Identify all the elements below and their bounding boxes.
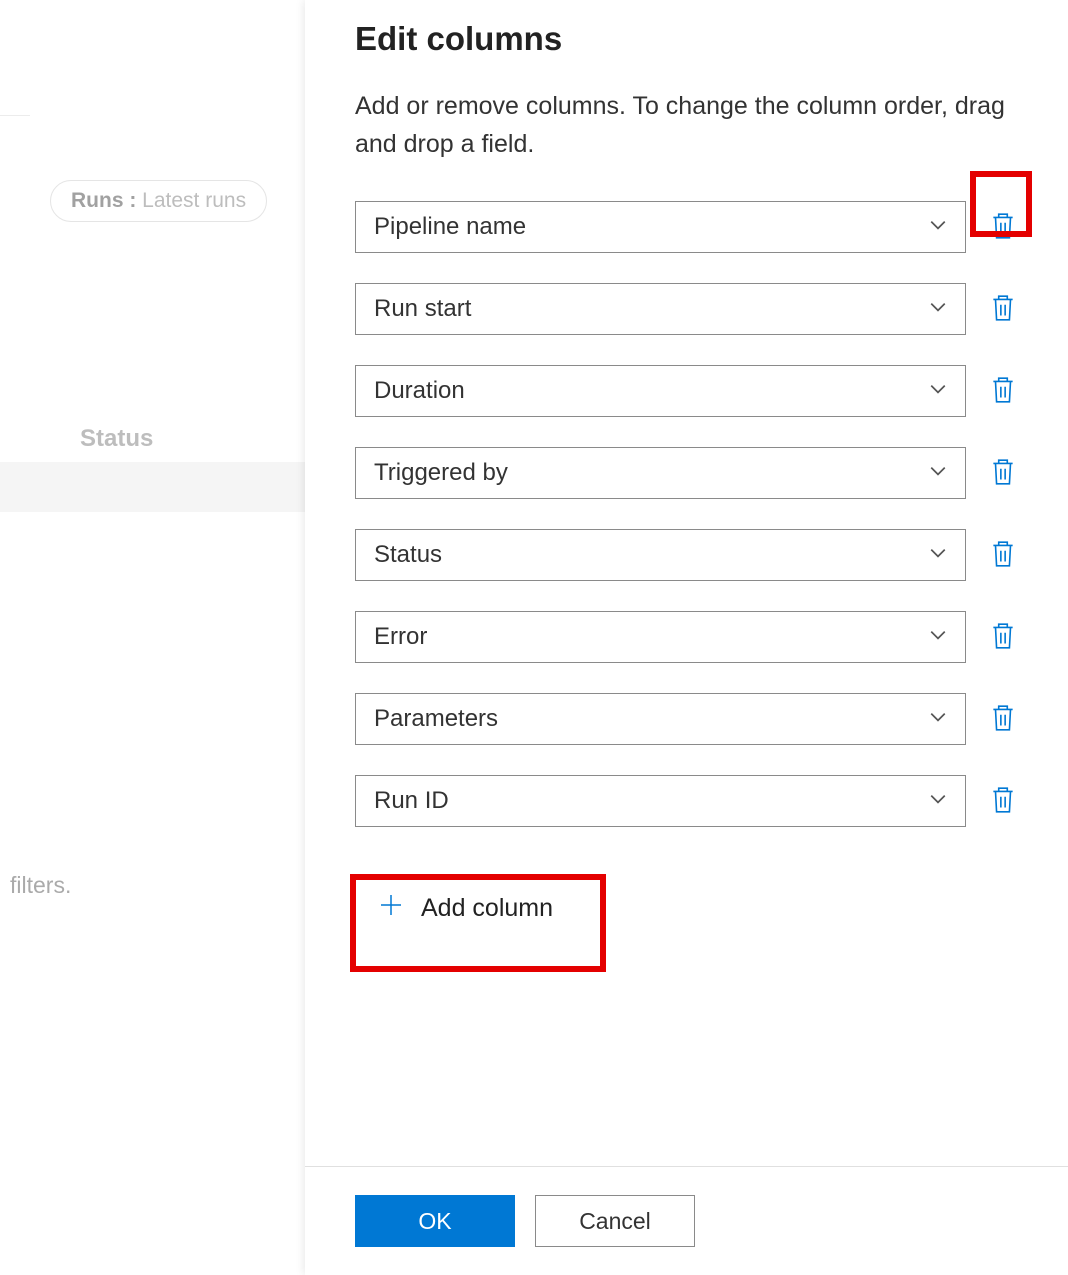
- background-divider: [0, 115, 30, 116]
- column-select-label: Parameters: [374, 705, 498, 733]
- runs-filter-value: Latest runs: [142, 189, 246, 212]
- trash-icon: [990, 457, 1016, 490]
- panel-footer: OK Cancel: [305, 1166, 1068, 1275]
- status-selected-row: [0, 462, 310, 512]
- delete-column-button[interactable]: [988, 786, 1018, 816]
- column-select-parameters[interactable]: Parameters: [355, 693, 966, 745]
- column-row-run-id: Run ID: [355, 775, 1018, 827]
- trash-icon: [990, 539, 1016, 572]
- trash-icon: [990, 621, 1016, 654]
- column-row-run-start: Run start: [355, 283, 1018, 335]
- add-column-wrapper: Add column: [355, 879, 577, 938]
- column-row-status: Status: [355, 529, 1018, 581]
- column-select-label: Duration: [374, 377, 465, 405]
- column-select-run-id[interactable]: Run ID: [355, 775, 966, 827]
- delete-column-button[interactable]: [988, 294, 1018, 324]
- plus-icon: [379, 893, 403, 924]
- column-row-pipeline-name: Pipeline name: [355, 201, 1018, 253]
- chevron-down-icon: [929, 787, 947, 815]
- column-select-error[interactable]: Error: [355, 611, 966, 663]
- add-column-label: Add column: [421, 894, 553, 923]
- column-row-triggered-by: Triggered by: [355, 447, 1018, 499]
- trash-icon: [990, 703, 1016, 736]
- panel-description: Add or remove columns. To change the col…: [355, 88, 1018, 163]
- chevron-down-icon: [929, 295, 947, 323]
- column-row-parameters: Parameters: [355, 693, 1018, 745]
- ok-button[interactable]: OK: [355, 1195, 515, 1247]
- chevron-down-icon: [929, 705, 947, 733]
- panel-content: Edit columns Add or remove columns. To c…: [305, 0, 1068, 1166]
- delete-column-button[interactable]: [988, 622, 1018, 652]
- column-select-duration[interactable]: Duration: [355, 365, 966, 417]
- delete-column-button[interactable]: [988, 376, 1018, 406]
- trash-icon: [990, 211, 1016, 244]
- column-select-label: Run start: [374, 295, 471, 323]
- runs-filter-pill[interactable]: Runs : Latest runs: [50, 180, 267, 222]
- column-select-run-start[interactable]: Run start: [355, 283, 966, 335]
- column-select-label: Run ID: [374, 787, 449, 815]
- chevron-down-icon: [929, 541, 947, 569]
- chevron-down-icon: [929, 623, 947, 651]
- background-dimmed-area: Runs : Latest runs Status filters.: [0, 0, 310, 1275]
- column-select-status[interactable]: Status: [355, 529, 966, 581]
- trash-icon: [990, 785, 1016, 818]
- column-select-triggered-by[interactable]: Triggered by: [355, 447, 966, 499]
- delete-column-button[interactable]: [988, 212, 1018, 242]
- chevron-down-icon: [929, 459, 947, 487]
- column-select-pipeline-name[interactable]: Pipeline name: [355, 201, 966, 253]
- chevron-down-icon: [929, 377, 947, 405]
- edit-columns-panel: Edit columns Add or remove columns. To c…: [305, 0, 1068, 1275]
- delete-column-button[interactable]: [988, 540, 1018, 570]
- delete-column-button[interactable]: [988, 458, 1018, 488]
- column-select-label: Triggered by: [374, 459, 508, 487]
- trash-icon: [990, 293, 1016, 326]
- add-column-button[interactable]: Add column: [355, 879, 577, 938]
- column-select-label: Status: [374, 541, 442, 569]
- column-select-label: Error: [374, 623, 427, 651]
- runs-filter-label: Runs :: [71, 189, 136, 212]
- chevron-down-icon: [929, 213, 947, 241]
- column-row-duration: Duration: [355, 365, 1018, 417]
- status-column-header: Status: [80, 425, 153, 453]
- panel-title: Edit columns: [355, 20, 1018, 58]
- delete-column-button[interactable]: [988, 704, 1018, 734]
- column-list: Pipeline name Run start: [355, 201, 1018, 827]
- trash-icon: [990, 375, 1016, 408]
- column-select-label: Pipeline name: [374, 213, 526, 241]
- filters-text-fragment: filters.: [10, 872, 71, 899]
- column-row-error: Error: [355, 611, 1018, 663]
- cancel-button[interactable]: Cancel: [535, 1195, 695, 1247]
